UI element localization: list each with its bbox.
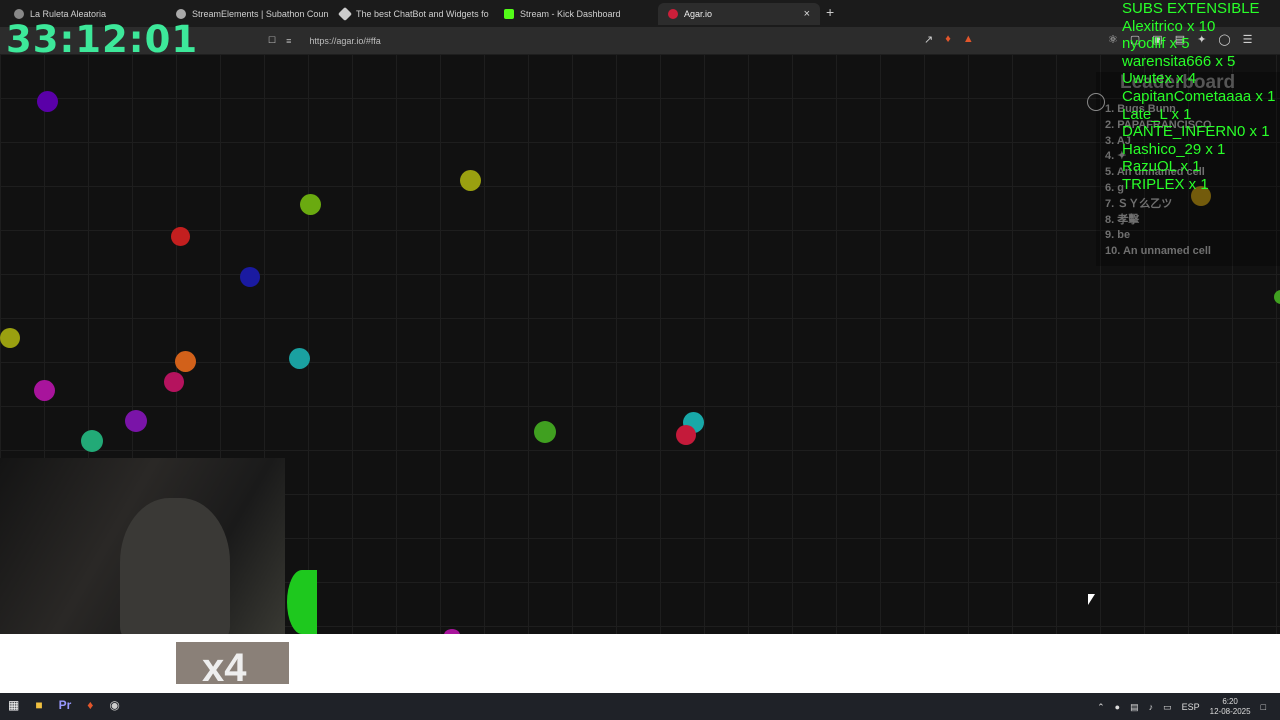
battery-icon[interactable]: ▭ [1163, 702, 1172, 713]
network-icon[interactable]: ▤ [1130, 702, 1139, 713]
food-pellet [171, 227, 190, 246]
food-pellet [0, 328, 20, 348]
leaderboard-entry: 7. ＳＹ么乙ツ [1105, 197, 1173, 210]
food-pellet [676, 425, 696, 445]
bookmark-icon[interactable]: ☐ [268, 35, 276, 46]
food-pellet [164, 372, 184, 392]
multiplier-badge: x4 [176, 642, 289, 690]
food-pellet [175, 351, 196, 372]
obs-icon[interactable]: ◉ [109, 698, 119, 712]
url-text: https://agar.io/#ffa [309, 35, 381, 46]
notifications-icon[interactable]: □ [1261, 702, 1266, 712]
sub-entry: CapitanCometaaaa x 1 [1122, 87, 1276, 105]
sub-entry: Hashico_29 x 1 [1122, 140, 1226, 158]
brave-shields-icon[interactable]: ♦ [945, 33, 951, 46]
food-pellet [289, 348, 310, 369]
sub-entry: Alexitrico x 10 [1122, 17, 1216, 35]
leaderboard-entry: 8. 孝擊 [1105, 213, 1140, 226]
food-pellet [37, 91, 58, 112]
start-icon[interactable]: ▦ [8, 698, 19, 712]
food-pellet [81, 430, 103, 452]
food-pellet [240, 267, 260, 287]
file-explorer-icon[interactable]: ■ [35, 698, 42, 712]
close-tab-icon[interactable]: × [804, 8, 810, 20]
food-pellet [534, 421, 556, 443]
tab-chatbot[interactable]: The best ChatBot and Widgets fo [330, 3, 492, 25]
multiplier-text: x4 [202, 646, 247, 690]
sub-entry: nyodlif x 5 [1122, 35, 1190, 53]
tab-kick-dashboard[interactable]: Stream - Kick Dashboard [494, 3, 656, 25]
volume-icon[interactable]: ♪ [1149, 702, 1154, 712]
sub-entry: Late_L x 1 [1122, 105, 1192, 123]
address-actions: ↗ ♦ ▲ [924, 33, 974, 46]
streamer-figure [120, 498, 230, 641]
subs-title: SUBS EXTENSIBLE [1122, 0, 1260, 17]
subs-extensible-overlay: SUBS EXTENSIBLE Alexitrico x 10 nyodlif … [1122, 0, 1275, 194]
windows-taskbar: ▦ ■ Pr ♦ ◉ ⌃ ● ▤ ♪ ▭ ESP 6:20 12-08-2025… [0, 693, 1280, 720]
leaderboard-entry: 10. An unnamed cell [1105, 245, 1211, 258]
tray-chevron-icon[interactable]: ⌃ [1097, 702, 1105, 713]
subathon-timer: 33:12:01 [6, 18, 199, 61]
microphone-icon[interactable]: ● [1115, 702, 1120, 712]
new-tab-button[interactable]: + [826, 4, 834, 20]
tab-favicon-icon [337, 6, 353, 22]
leaderboard-entry: 9. be [1105, 229, 1131, 242]
clock-time: 6:20 [1222, 697, 1238, 706]
tab-label: Agar.io [684, 9, 713, 19]
address-bar[interactable]: ☐ ≡ https://agar.io/#ffa [268, 31, 993, 50]
premiere-icon[interactable]: Pr [59, 698, 72, 712]
system-tray: ⌃ ● ▤ ♪ ▭ ESP 6:20 12-08-2025 □ [1097, 697, 1266, 717]
tab-label: StreamElements | Subathon Countdo [192, 9, 328, 19]
tab-label: Stream - Kick Dashboard [520, 9, 621, 19]
taskbar-apps: ▦ ■ Pr ♦ ◉ [8, 698, 120, 712]
brave-rewards-icon[interactable]: ▲ [963, 33, 974, 46]
webcam-feed [0, 458, 285, 641]
sub-entry: RazuOL x 1 [1122, 158, 1201, 176]
mouse-cursor-icon [1088, 594, 1095, 605]
sub-entry: DANTE_INFERN0 x 1 [1122, 123, 1270, 141]
tab-label: The best ChatBot and Widgets fo [356, 9, 489, 19]
tab-agario[interactable]: Agar.io × [658, 3, 820, 25]
food-pellet [1274, 290, 1280, 304]
food-pellet [460, 170, 481, 191]
food-pellet [300, 194, 321, 215]
sub-entry: warensita666 x 5 [1122, 52, 1236, 70]
food-pellet [34, 380, 55, 401]
loading-ring-icon [1087, 93, 1105, 111]
brave-icon[interactable]: ♦ [87, 698, 93, 712]
sub-entry: TRIPLEX x 1 [1122, 175, 1209, 193]
kick-favicon-icon [504, 9, 514, 19]
sub-entry: Uwutex x 4 [1122, 70, 1197, 88]
extensions-icon[interactable]: ⚛ [1108, 33, 1118, 46]
site-settings-icon[interactable]: ≡ [286, 36, 291, 46]
player-cell [287, 570, 317, 634]
language-indicator[interactable]: ESP [1182, 702, 1200, 712]
food-pellet [125, 410, 147, 432]
share-icon[interactable]: ↗ [924, 33, 933, 46]
agario-favicon-icon [668, 9, 678, 19]
taskbar-clock[interactable]: 6:20 12-08-2025 [1210, 697, 1251, 717]
clock-date: 12-08-2025 [1209, 707, 1251, 716]
